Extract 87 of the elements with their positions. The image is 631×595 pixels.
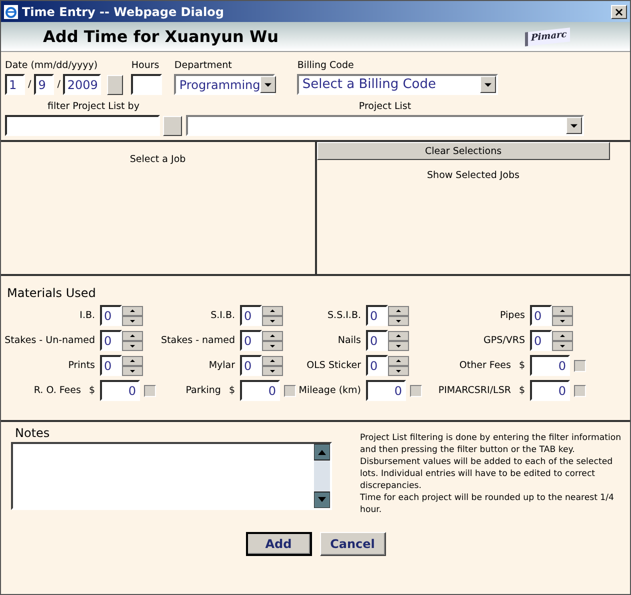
quantity-field[interactable]: 0 (530, 330, 552, 351)
material-label: Prints (68, 360, 95, 371)
date-separator: / (28, 79, 32, 90)
material-label: Mileage (km) (298, 385, 361, 396)
spinner-arrows-icon[interactable] (122, 306, 143, 326)
spinner-arrows-icon[interactable] (262, 306, 283, 326)
currency-label: $ (518, 385, 525, 396)
checkbox[interactable] (410, 384, 422, 396)
material-label: Stakes - Un-named (4, 335, 95, 346)
select-job-label: Select a Job (130, 154, 186, 165)
material-label: GPS/VRS (484, 335, 525, 346)
quantity-field[interactable]: 0 (100, 305, 122, 326)
day-field[interactable]: 9 (34, 74, 54, 95)
department-select[interactable]: Programming (174, 74, 276, 95)
quantity-field[interactable]: 0 (366, 330, 388, 351)
scrollbar-icon (314, 444, 330, 508)
material-label: OLS Sticker (306, 360, 361, 371)
month-field[interactable]: 1 (5, 74, 25, 95)
dialog-button[interactable]: Add (246, 532, 312, 556)
spinner-arrows-icon[interactable] (122, 330, 143, 350)
material-label: S.S.I.B. (328, 310, 361, 321)
spinner-arrows-icon[interactable] (262, 330, 283, 350)
clear-selections-button[interactable]: Clear Selections (316, 142, 610, 160)
quantity-field[interactable]: 0 (240, 305, 262, 326)
amount-field[interactable]: 0 (366, 380, 406, 401)
material-label: Pipes (500, 310, 525, 321)
material-label: R. O. Fees (34, 385, 81, 396)
browser-icon (4, 4, 18, 18)
amount-field[interactable]: 0 (530, 355, 570, 376)
year-field[interactable]: 2009 (63, 74, 102, 95)
hours-label: Hours (131, 60, 160, 71)
dialog-title: Add Time for Xuanyun Wu (43, 27, 278, 46)
material-label: Stakes - named (161, 335, 235, 346)
spinner-arrows-icon[interactable] (262, 356, 283, 376)
currency-label: $ (88, 385, 95, 396)
quantity-field[interactable]: 0 (366, 305, 388, 326)
help-text: Disbursement values will be added to each of the selected lots. Individual entries will have to be edited to correct discrepancies. (360, 456, 614, 492)
selected-jobs-label: Show Selected Jobs (427, 170, 520, 181)
window-title: Time Entry -- Webpage Dialog (22, 4, 225, 18)
material-label: Other Fees (459, 360, 511, 371)
spinner-arrows-icon[interactable] (552, 306, 573, 326)
dialog-button[interactable]: Cancel (320, 532, 386, 556)
quantity-field[interactable]: 0 (240, 355, 262, 376)
quantity-field[interactable]: 0 (100, 330, 122, 351)
project-list-select[interactable] (186, 115, 584, 136)
spinner-arrows-icon[interactable] (122, 356, 143, 376)
quantity-field[interactable]: 0 (366, 355, 388, 376)
spinner-arrows-icon[interactable] (388, 356, 409, 376)
filter-field[interactable] (5, 115, 160, 136)
quantity-field[interactable]: 0 (530, 305, 552, 326)
calendar-button[interactable] (107, 74, 124, 94)
checkbox[interactable] (574, 360, 586, 372)
material-label: Mylar (208, 360, 235, 371)
checkbox[interactable] (574, 384, 586, 396)
logo: Pimarc (525, 27, 570, 46)
checkbox[interactable] (284, 384, 296, 396)
checkbox[interactable] (144, 384, 156, 396)
material-label: Parking (186, 385, 221, 396)
notes-field[interactable] (11, 442, 332, 510)
notes-label: Notes (15, 426, 50, 440)
project-list-label: Project List (358, 101, 412, 112)
quantity-field[interactable]: 0 (240, 330, 262, 351)
date-label: Date (mm/dd/yyyy) (5, 60, 98, 71)
filter-label: filter Project List by (48, 101, 140, 112)
help-text: Time for each project will be rounded up to the nearest 1/4 hour. (360, 492, 616, 516)
spinner-arrows-icon[interactable] (388, 306, 409, 326)
spinner-arrows-icon[interactable] (552, 330, 573, 350)
spinner-arrows-icon[interactable] (388, 330, 409, 350)
help-text: Project List filtering is done by entering the filter information and then pressing the filter button or the TAB key. (360, 432, 622, 456)
billing-code-select[interactable]: Select a Billing Code (297, 74, 498, 95)
material-label: PIMARCSRI/LSR (438, 385, 511, 396)
material-label: I.B. (80, 310, 95, 321)
amount-field[interactable]: 0 (100, 380, 140, 401)
hours-field[interactable] (131, 74, 162, 95)
material-label: Nails (338, 335, 361, 346)
close-button[interactable]: × (611, 4, 627, 18)
material-label: S.I.B. (210, 310, 235, 321)
currency-label: $ (518, 360, 525, 371)
amount-field[interactable]: 0 (240, 380, 280, 401)
currency-label: $ (228, 385, 235, 396)
date-separator: / (57, 79, 60, 90)
amount-field[interactable]: 0 (530, 380, 570, 401)
department-label: Department (174, 60, 232, 71)
filter-button[interactable] (163, 116, 182, 136)
materials-title: Materials Used (7, 286, 96, 300)
billing-code-label: Billing Code (297, 60, 354, 71)
quantity-field[interactable]: 0 (100, 355, 122, 376)
